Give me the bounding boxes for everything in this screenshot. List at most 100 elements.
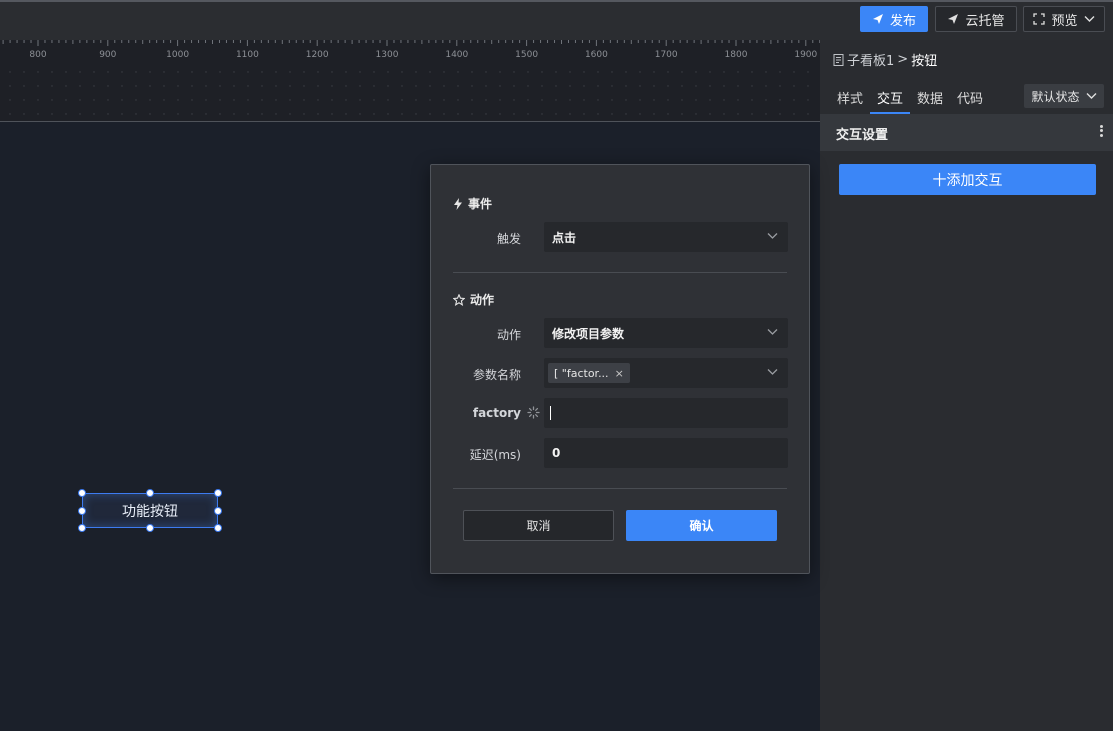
grid-dot bbox=[625, 71, 627, 73]
action-select[interactable]: 修改项目参数 bbox=[544, 318, 788, 348]
tab-code[interactable]: 代码 bbox=[957, 88, 983, 107]
grid-dot bbox=[751, 99, 753, 101]
grid-dot bbox=[261, 113, 263, 115]
grid-dot bbox=[611, 113, 613, 115]
grid-dot bbox=[793, 71, 795, 73]
grid-dot bbox=[191, 85, 193, 87]
grid-dot bbox=[289, 113, 291, 115]
more-options-icon[interactable] bbox=[1097, 123, 1105, 141]
state-select[interactable]: 默认状态 bbox=[1024, 84, 1104, 108]
grid-dot bbox=[765, 71, 767, 73]
tag-close-icon[interactable]: × bbox=[615, 367, 624, 380]
cancel-button[interactable]: 取消 bbox=[463, 510, 614, 541]
grid-dot bbox=[415, 85, 417, 87]
delay-input[interactable]: 0 bbox=[544, 438, 788, 468]
tab-data[interactable]: 数据 bbox=[917, 88, 943, 107]
grid-dot bbox=[135, 113, 137, 115]
grid-dot bbox=[695, 85, 697, 87]
grid-dot bbox=[499, 85, 501, 87]
grid-dot bbox=[653, 113, 655, 115]
grid-dot bbox=[597, 85, 599, 87]
resize-handle-bottom-right[interactable] bbox=[214, 524, 222, 532]
grid-dot bbox=[653, 85, 655, 87]
grid-dot bbox=[541, 99, 543, 101]
grid-dot bbox=[65, 71, 67, 73]
trigger-select[interactable]: 点击 bbox=[544, 222, 788, 252]
cloud-hosting-button[interactable]: 云托管 bbox=[935, 6, 1017, 32]
grid-dot bbox=[303, 113, 305, 115]
grid-dot bbox=[737, 85, 739, 87]
grid-dot bbox=[261, 85, 263, 87]
resize-handle-bottom[interactable] bbox=[146, 524, 154, 532]
resize-handle-right[interactable] bbox=[214, 507, 222, 515]
grid-dot bbox=[639, 99, 641, 101]
chevron-down-icon bbox=[767, 329, 778, 335]
grid-dot bbox=[597, 113, 599, 115]
param-name-select[interactable]: [ "factor... × bbox=[544, 358, 788, 388]
grid-dot bbox=[51, 99, 53, 101]
grid-dot bbox=[247, 71, 249, 73]
grid-dot bbox=[345, 113, 347, 115]
publish-button-label: 发布 bbox=[889, 13, 916, 29]
breadcrumb-current: 按钮 bbox=[911, 54, 938, 69]
grid-dot bbox=[121, 113, 123, 115]
grid-dot bbox=[317, 99, 319, 101]
resize-handle-top[interactable] bbox=[146, 489, 154, 497]
grid-dot bbox=[205, 71, 207, 73]
grid-dot bbox=[149, 85, 151, 87]
cancel-button-label: 取消 bbox=[526, 519, 551, 533]
ruler-label: 1700 bbox=[655, 50, 678, 60]
grid-dot bbox=[93, 71, 95, 73]
grid-dot bbox=[107, 85, 109, 87]
lightning-icon bbox=[454, 197, 462, 210]
section-title: 交互设置 bbox=[836, 128, 889, 143]
grid-dot bbox=[807, 113, 809, 115]
grid-dot bbox=[485, 71, 487, 73]
grid-dot bbox=[653, 71, 655, 73]
grid-dot bbox=[681, 71, 683, 73]
grid-dot bbox=[373, 85, 375, 87]
grid-dot bbox=[695, 71, 697, 73]
factory-input[interactable] bbox=[544, 398, 788, 428]
grid-dot bbox=[289, 71, 291, 73]
selected-button-widget[interactable]: 功能按钮 bbox=[82, 493, 218, 528]
action-label: 动作 bbox=[496, 328, 521, 342]
grid-dot bbox=[709, 85, 711, 87]
grid-dot bbox=[359, 71, 361, 73]
ruler-label: 1000 bbox=[166, 50, 189, 60]
breadcrumb-separator: > bbox=[897, 52, 909, 67]
grid-dot bbox=[681, 99, 683, 101]
grid-dot bbox=[471, 113, 473, 115]
grid-dot bbox=[751, 85, 753, 87]
tab-interaction[interactable]: 交互 bbox=[877, 88, 903, 107]
publish-button[interactable]: 发布 bbox=[860, 6, 928, 32]
grid-dot bbox=[485, 113, 487, 115]
resize-handle-top-left[interactable] bbox=[78, 489, 86, 497]
chevron-down-icon bbox=[767, 369, 778, 375]
grid-dot bbox=[387, 113, 389, 115]
grid-dot bbox=[37, 71, 39, 73]
chevron-down-icon bbox=[1086, 93, 1096, 99]
resize-handle-left[interactable] bbox=[78, 507, 86, 515]
grid-dot bbox=[611, 85, 613, 87]
resize-handle-top-right[interactable] bbox=[214, 489, 222, 497]
grid-dot bbox=[429, 113, 431, 115]
grid-dot bbox=[191, 71, 193, 73]
grid-dot bbox=[93, 85, 95, 87]
tab-style[interactable]: 样式 bbox=[837, 88, 863, 107]
action-section-header: 动作 bbox=[453, 291, 494, 308]
grid-dot bbox=[9, 113, 11, 115]
grid-dot bbox=[793, 85, 795, 87]
resize-handle-bottom-left[interactable] bbox=[78, 524, 86, 532]
grid-dot bbox=[163, 71, 165, 73]
grid-dot bbox=[93, 99, 95, 101]
loading-spinner-icon bbox=[527, 406, 540, 419]
grid-dot bbox=[583, 113, 585, 115]
confirm-button[interactable]: 确认 bbox=[626, 510, 777, 541]
add-interaction-button[interactable]: 十添加交互 bbox=[839, 164, 1096, 195]
grid-dot bbox=[191, 99, 193, 101]
breadcrumb-parent[interactable]: 子看板1 bbox=[847, 50, 894, 69]
grid-dot bbox=[793, 99, 795, 101]
preview-button[interactable]: 预览 bbox=[1023, 6, 1105, 32]
grid-dot bbox=[723, 99, 725, 101]
